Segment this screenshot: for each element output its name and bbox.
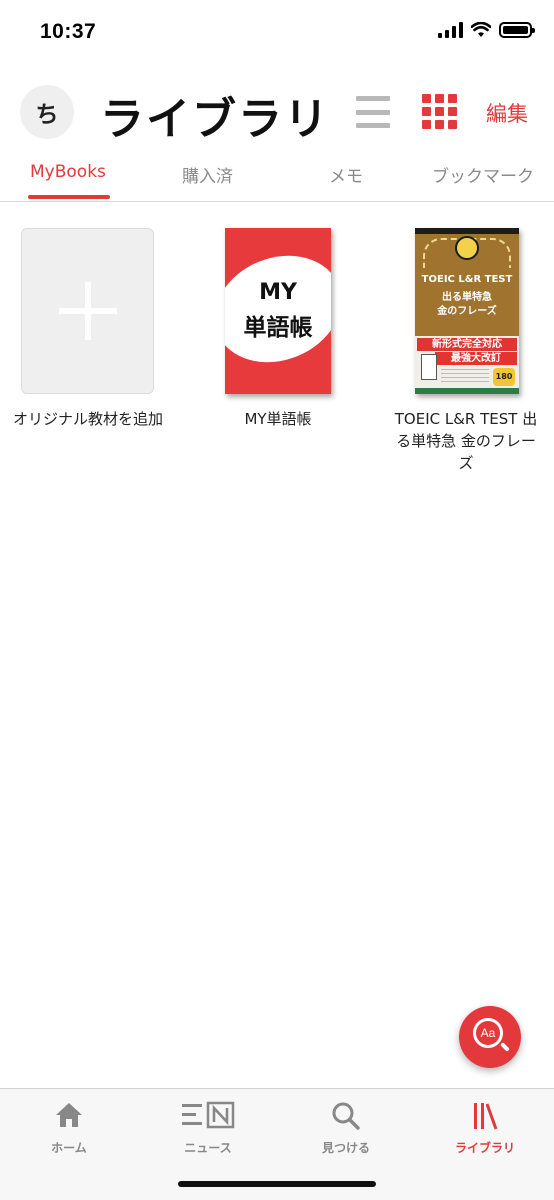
battery-icon [499, 22, 535, 38]
cover-banner: 最強大改訂 [435, 352, 517, 365]
grid-view-icon[interactable] [422, 94, 458, 130]
cellular-signal-icon [438, 22, 463, 38]
cover-text: 出る単特急 [442, 292, 492, 303]
cover-banner: 新形式完全対応 [417, 338, 517, 351]
add-material-cover[interactable] [21, 228, 154, 394]
header: ち ライブラリ 編集 [0, 80, 554, 145]
nav-label: ニュース [184, 1141, 232, 1155]
nav-news[interactable]: ニュース [158, 1101, 258, 1161]
nav-label: 見つける [321, 1141, 370, 1155]
page-title: ライブラリ [100, 94, 330, 145]
cover-text: 単語帳 [243, 315, 313, 341]
cover-text: TOEIC L&R TEST [421, 274, 513, 285]
library-tabs: MyBooks 購入済 メモ ブックマーク [0, 150, 554, 202]
book-title: オリジナル教材を追加 [13, 410, 164, 428]
nav-discover[interactable]: 見つける [296, 1101, 396, 1161]
cover-text: 金のフレーズ [437, 306, 497, 317]
nav-library[interactable]: ライブラリ [435, 1101, 535, 1161]
list-view-icon[interactable] [356, 96, 390, 128]
tab-memo[interactable]: メモ [329, 162, 363, 187]
cover-illustration [421, 354, 437, 380]
book-title: TOEIC L&R TEST 出る単特急 金のフレーズ [394, 410, 538, 472]
tab-active-indicator [28, 195, 110, 199]
dictionary-lookup-button[interactable]: Aa [459, 1006, 521, 1068]
nav-label: ホーム [51, 1141, 87, 1155]
status-time: 10:37 [40, 20, 97, 43]
tab-purchased[interactable]: 購入済 [182, 162, 233, 187]
book-title: MY単語帳 [244, 410, 312, 428]
book-cover[interactable]: MY 単語帳 [225, 228, 331, 394]
cover-text: MY [259, 280, 297, 305]
search-icon [332, 1102, 360, 1130]
edit-button[interactable]: 編集 [486, 98, 528, 128]
home-icon [56, 1103, 82, 1127]
nav-label: ライブラリ [454, 1141, 515, 1155]
news-icon [182, 1101, 235, 1129]
nav-home[interactable]: ホーム [19, 1101, 119, 1161]
status-bar: 10:37 [0, 0, 554, 66]
tab-mybooks[interactable]: MyBooks [30, 162, 106, 182]
dictionary-search-icon: Aa [473, 1018, 503, 1048]
tab-bookmark[interactable]: ブックマーク [432, 162, 534, 187]
library-icon [474, 1103, 498, 1130]
book-cover[interactable]: TOEIC L&R TEST 出る単特急 金のフレーズ 新形式完全対応 最強大改… [415, 228, 519, 394]
home-indicator [178, 1181, 376, 1187]
cover-badge: 180 [493, 368, 515, 386]
avatar[interactable]: ち [20, 85, 74, 139]
status-icons [438, 22, 535, 38]
wifi-icon [471, 22, 491, 37]
medal-icon [455, 236, 479, 260]
